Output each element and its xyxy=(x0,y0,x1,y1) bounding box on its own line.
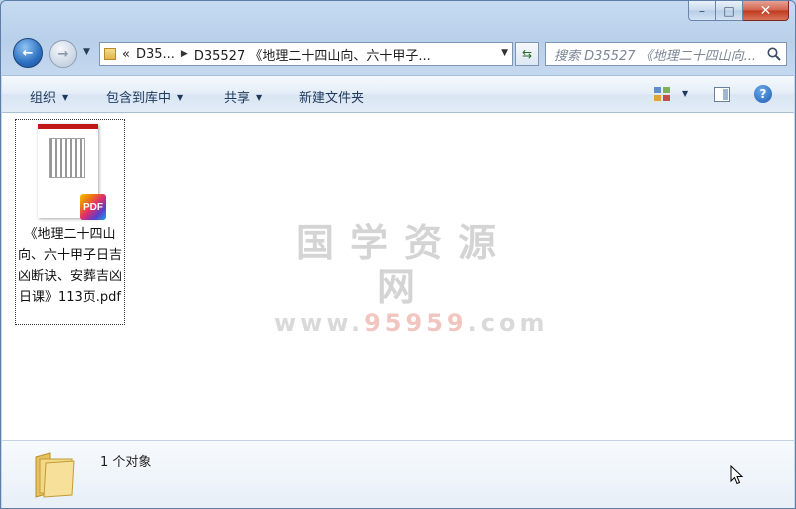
share-menu[interactable]: 共享 ▼ xyxy=(224,87,262,106)
include-in-library-menu[interactable]: 包含到库中 ▼ xyxy=(106,87,183,106)
view-options-dropdown[interactable]: ▼ xyxy=(682,89,688,98)
caption-buttons: – □ ✕ xyxy=(688,1,789,21)
preview-pane-icon[interactable] xyxy=(714,87,730,102)
search-placeholder: 搜索 D35527 《地理二十四山向... xyxy=(554,48,757,64)
watermark: 国学资源网 www.95959.com xyxy=(274,221,549,337)
watermark-title: 国学资源网 xyxy=(295,221,512,309)
chevron-down-icon: ▼ xyxy=(62,93,69,102)
change-view-icon[interactable] xyxy=(654,87,670,101)
breadcrumb-separator-icon[interactable]: ▶ xyxy=(181,49,188,59)
address-dropdown-icon[interactable]: ▼ xyxy=(501,48,508,58)
refresh-button[interactable]: ⇆ xyxy=(515,42,539,66)
forward-button[interactable]: → xyxy=(49,40,77,68)
back-button[interactable]: ← xyxy=(13,38,43,68)
chevron-down-icon: ▼ xyxy=(177,93,184,102)
recent-pages-dropdown[interactable]: ▼ xyxy=(83,47,90,57)
command-bar: 组织 ▼ 包含到库中 ▼ 共享 ▼ 新建文件夹 ▼ ? xyxy=(2,75,794,113)
back-arrow-icon: ← xyxy=(22,45,34,61)
file-item[interactable]: PDF 《地理二十四山向、六十甲子日吉凶断诀、安葬吉凶日课》113页.pdf xyxy=(15,119,125,325)
breadcrumb-overflow[interactable]: « xyxy=(122,47,130,62)
details-pane: 1 个对象 xyxy=(2,440,794,508)
pdf-icon: PDF xyxy=(80,194,106,220)
chevron-down-icon: ▼ xyxy=(256,93,263,102)
search-input[interactable]: 搜索 D35527 《地理二十四山向... xyxy=(545,42,787,66)
folder-icon xyxy=(35,452,75,498)
breadcrumb-item-parent[interactable]: D35... xyxy=(136,47,175,62)
help-icon[interactable]: ? xyxy=(754,85,772,103)
new-folder-button[interactable]: 新建文件夹 xyxy=(299,87,364,106)
mouse-cursor-icon xyxy=(730,465,744,485)
file-list-area[interactable]: PDF 《地理二十四山向、六十甲子日吉凶断诀、安葬吉凶日课》113页.pdf 国… xyxy=(2,113,794,440)
explorer-window: – □ ✕ ← → ▼ « D35... ▶ D35527 《地理二十四山向、六… xyxy=(0,0,796,509)
thumbnail-text-block xyxy=(49,138,85,178)
organize-menu[interactable]: 组织 ▼ xyxy=(30,87,68,106)
minimize-button[interactable]: – xyxy=(688,1,716,21)
address-bar[interactable]: « D35... ▶ D35527 《地理二十四山向、六十甲子... ▼ xyxy=(99,42,513,66)
watermark-url: www.95959.com xyxy=(274,309,549,337)
file-name[interactable]: 《地理二十四山向、六十甲子日吉凶断诀、安葬吉凶日课》113页.pdf xyxy=(17,224,123,308)
navigation-bar: ← → ▼ « D35... ▶ D35527 《地理二十四山向、六十甲子...… xyxy=(1,37,796,71)
maximize-button[interactable]: □ xyxy=(716,1,743,21)
close-button[interactable]: ✕ xyxy=(743,1,789,21)
forward-arrow-icon: → xyxy=(57,46,69,62)
breadcrumb-item-current[interactable]: D35527 《地理二十四山向、六十甲子... xyxy=(194,45,431,64)
item-count: 1 个对象 xyxy=(100,455,152,470)
refresh-icon: ⇆ xyxy=(521,47,533,61)
search-icon[interactable] xyxy=(766,46,782,62)
thumbnail-header-bar xyxy=(38,124,98,129)
folder-icon xyxy=(104,47,116,61)
